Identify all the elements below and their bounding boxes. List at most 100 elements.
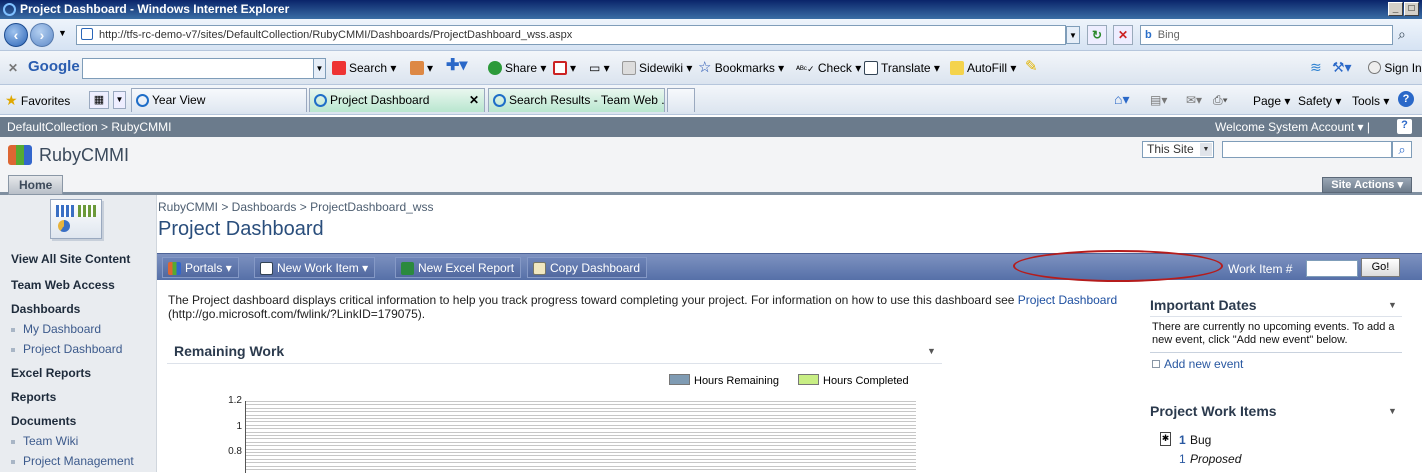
documents-heading[interactable]: Documents (11, 414, 76, 428)
ie-page-icon (493, 94, 506, 107)
help-icon[interactable]: ? (1397, 119, 1412, 134)
tab-project-dashboard[interactable]: Project Dashboard ✕ (309, 88, 485, 112)
search-icon[interactable]: ⌕ (1398, 26, 1418, 44)
star-icon: ☆ (698, 59, 712, 76)
spellcheck-icon: ᴬᴮᶜ✓ (796, 64, 815, 74)
forward-button[interactable]: › (30, 23, 54, 47)
site-search-icon[interactable]: ⌕ (1392, 141, 1412, 158)
home-icon[interactable]: ⌂▾ (1114, 91, 1129, 107)
page-menu[interactable]: Page ▾ (1253, 93, 1290, 109)
chart-gridline (245, 414, 916, 416)
favorites-star-icon: ★ (5, 92, 18, 108)
team-wiki-link[interactable]: Team Wiki (10, 434, 78, 448)
close-toolbar-icon[interactable]: ✕ (8, 60, 18, 76)
new-excel-report-button[interactable]: New Excel Report (395, 257, 522, 278)
highlighter-icon[interactable]: ✎ (1025, 59, 1038, 75)
project-dashboard-help-link[interactable]: Project Dashboard (1018, 293, 1117, 307)
signin-icon (1368, 61, 1381, 74)
quick-launch: View All Site Content Team Web Access Da… (0, 195, 157, 472)
team-web-access-link[interactable]: Team Web Access (11, 278, 115, 292)
google-search-dropdown-icon[interactable]: ▼ (313, 58, 326, 79)
no-events-message: There are currently no upcoming events. … (1152, 321, 1395, 346)
proposed-count[interactable]: 1 (1179, 452, 1186, 466)
dashboard-toolbar: Portals ▾ New Work Item ▾ New Excel Repo… (157, 250, 1422, 282)
proposed-label: Proposed (1190, 452, 1242, 466)
toolbar-options-icon[interactable]: ▾ (410, 60, 433, 76)
search-scope-select[interactable]: This Site ▼ (1142, 141, 1214, 158)
tab-year-view[interactable]: Year View (131, 88, 307, 112)
feeds-icon[interactable]: ▤▾ (1150, 92, 1167, 108)
remaining-work-menu-icon[interactable]: ▼ (927, 346, 936, 356)
site-search-input[interactable] (1222, 141, 1392, 158)
refresh-icon[interactable]: ↻ (1087, 25, 1107, 45)
address-dropdown-icon[interactable]: ▼ (1066, 26, 1080, 44)
home-tab[interactable]: Home (8, 175, 64, 195)
autofill-button[interactable]: AutoFill ▾ (950, 60, 1016, 76)
work-item-number-input[interactable] (1306, 260, 1358, 277)
bookmarks-button[interactable]: ☆ Bookmarks ▾ (698, 60, 784, 76)
bug-count[interactable]: 1 (1179, 433, 1186, 447)
view-all-site-content-link[interactable]: View All Site Content (11, 252, 130, 266)
site-actions-menu[interactable]: Site Actions ▾ (1322, 177, 1412, 193)
global-breadcrumb[interactable]: DefaultCollection > RubyCMMI (7, 120, 171, 134)
page-icon (81, 28, 93, 40)
wifi-icon[interactable]: ≋ (1310, 59, 1322, 75)
add-new-event-link[interactable]: Add new event (1152, 357, 1243, 371)
google-search-button[interactable]: Search ▾ (332, 60, 396, 76)
chart-gridline (245, 438, 916, 440)
help-icon[interactable]: ? (1398, 91, 1414, 107)
mail-icon[interactable]: ✉▾ (1186, 92, 1202, 108)
important-dates-menu-icon[interactable]: ▼ (1388, 300, 1397, 310)
popup-blocker-icon[interactable]: ▾ (553, 60, 576, 76)
site-name[interactable]: RubyCMMI (39, 145, 129, 166)
address-bar-row: ‹ › ▼ http://tfs-rc-demo-v7/sites/Defaul… (0, 19, 1422, 51)
address-input[interactable]: http://tfs-rc-demo-v7/sites/DefaultColle… (76, 25, 1066, 45)
new-work-item-button[interactable]: New Work Item ▾ (254, 257, 376, 278)
portals-icon (168, 262, 181, 275)
sidewiki-button[interactable]: Sidewiki ▾ (622, 60, 692, 76)
sp-global-breadcrumb-bar: DefaultCollection > RubyCMMI Welcome Sys… (0, 117, 1422, 137)
excel-reports-link[interactable]: Excel Reports (11, 366, 91, 380)
print-icon[interactable]: ⎙▾ (1213, 92, 1228, 108)
chart-gridline (245, 435, 916, 436)
portals-button[interactable]: Portals ▾ (162, 257, 239, 278)
wrench-icon[interactable]: ⚒▾ (1332, 59, 1352, 75)
stop-icon[interactable]: ✕ (1113, 25, 1133, 45)
back-button[interactable]: ‹ (4, 23, 28, 47)
share-button[interactable]: Share ▾ (488, 60, 546, 76)
project-dashboard-link[interactable]: Project Dashboard (10, 342, 122, 356)
translate-button[interactable]: Translate ▾ (864, 60, 940, 76)
project-work-items-menu-icon[interactable]: ▼ (1388, 406, 1397, 416)
new-tab-button[interactable] (667, 88, 695, 112)
spelling-bar-icon[interactable]: ▭ ▾ (589, 60, 610, 76)
history-dropdown-icon[interactable]: ▼ (58, 28, 67, 38)
chart-gridline (245, 448, 916, 450)
reports-link[interactable]: Reports (11, 390, 56, 404)
welcome-menu[interactable]: Welcome System Account ▾ | (1215, 120, 1370, 134)
project-management-link[interactable]: Project Management (11, 454, 134, 468)
check-button[interactable]: ᴬᴮᶜ✓ Check ▾ (796, 60, 861, 77)
tab-list-dropdown-icon[interactable]: ▼ (113, 91, 126, 109)
go-button[interactable]: Go! (1361, 258, 1400, 277)
y-tick-label: 1 (236, 420, 242, 432)
chart-gridline (245, 462, 916, 464)
tab-search-results[interactable]: Search Results - Team Web ... (488, 88, 665, 112)
page-breadcrumb[interactable]: RubyCMMI > Dashboards > ProjectDashboard… (158, 200, 433, 214)
bing-search-input[interactable]: b Bing (1140, 25, 1393, 45)
legend-item-hours-completed: Hours Completed (798, 374, 909, 387)
tools-menu[interactable]: Tools ▾ (1352, 93, 1389, 109)
quick-tabs-icon[interactable]: ▦ (89, 91, 109, 109)
maximize-button[interactable]: □ (1404, 2, 1419, 16)
google-search-input[interactable] (82, 58, 314, 79)
dashboards-heading[interactable]: Dashboards (11, 302, 80, 316)
signin-button[interactable]: Sign In (1368, 60, 1422, 76)
google-logo: Google (28, 58, 80, 75)
plus-icon[interactable]: ✚▾ (446, 58, 467, 74)
chart-gridline (245, 441, 916, 443)
favorites-button[interactable]: ★ Favorites (5, 92, 70, 109)
close-tab-icon[interactable]: ✕ (469, 89, 479, 111)
my-dashboard-link[interactable]: My Dashboard (10, 322, 101, 336)
safety-menu[interactable]: Safety ▾ (1298, 93, 1341, 109)
copy-dashboard-button[interactable]: Copy Dashboard (527, 257, 648, 278)
minimize-button[interactable]: _ (1388, 2, 1403, 16)
